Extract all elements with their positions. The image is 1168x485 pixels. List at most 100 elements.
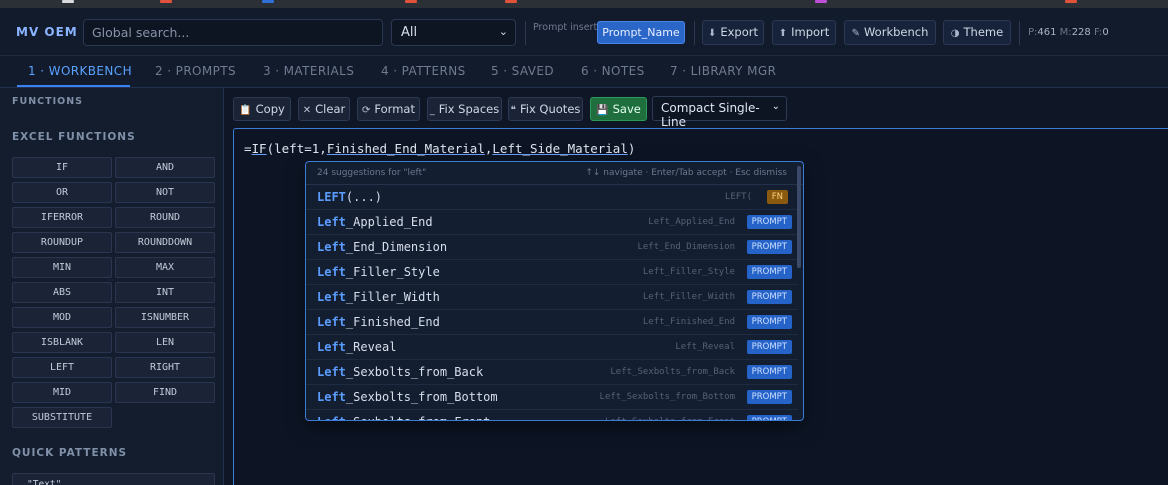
quick-pattern-item[interactable]: "Text" <box>12 473 215 485</box>
suggestion-name: Left_Sexbolts_from_Bottom <box>317 390 498 404</box>
fix-spaces-button[interactable]: _ Fix Spaces <box>427 97 502 121</box>
function-button-round[interactable]: ROUND <box>115 207 215 228</box>
pencil-icon: ✎ <box>851 28 860 39</box>
suggestion-match: Left <box>317 390 346 404</box>
suggestion-preview: Left_Sexbolts_from_Back <box>610 367 735 377</box>
suggestion-name: Left_Reveal <box>317 340 396 354</box>
workbench-button[interactable]: ✎ Workbench <box>844 20 936 45</box>
suggestion-type-badge: PROMPT <box>746 240 792 254</box>
prompt-insert-chip[interactable]: Prompt_Name <box>597 21 685 44</box>
prompt-count: 461 <box>1037 27 1057 38</box>
function-button-min[interactable]: MIN <box>12 257 112 278</box>
suggestion-type-badge: PROMPT <box>746 340 792 354</box>
suggestion-rest: _Sexbolts_from_Front <box>346 415 491 420</box>
suggestion-preview: Left_Reveal <box>675 342 735 352</box>
theme-button[interactable]: ◑ Theme <box>943 20 1011 45</box>
suggestion-type-badge: PROMPT <box>746 215 792 229</box>
function-button-len[interactable]: LEN <box>115 332 215 353</box>
clear-button[interactable]: ✕ Clear <box>298 97 350 121</box>
search-scope-select[interactable]: All ⌄ <box>391 19 516 46</box>
download-icon: ⬇ <box>707 28 717 39</box>
scrollbar-thumb[interactable] <box>797 166 801 268</box>
import-button[interactable]: ⬆ Import <box>772 20 836 45</box>
tab-materials[interactable]: 3 · MATERIALS <box>263 64 354 78</box>
chevron-down-icon: ⌄ <box>771 101 780 112</box>
function-button-int[interactable]: INT <box>115 282 215 303</box>
suggestion-type-badge: PROMPT <box>746 290 792 304</box>
suggestion-item[interactable]: Left_Sexbolts_from_FrontLeft_Sexbolts_fr… <box>306 410 798 420</box>
autocomplete-header: 24 suggestions for "left" ↑↓ navigate · … <box>306 162 803 185</box>
function-button-max[interactable]: MAX <box>115 257 215 278</box>
chevron-down-icon: ⌄ <box>498 25 508 38</box>
suggestion-rest: _Filler_Style <box>345 265 440 279</box>
function-button-left[interactable]: LEFT <box>12 357 112 378</box>
browser-tab-strip <box>0 0 1168 8</box>
suggestion-preview: Left_Filler_Style <box>642 267 735 277</box>
tab-saved[interactable]: 5 · SAVED <box>491 64 554 78</box>
suggestion-type-badge: PROMPT <box>746 390 792 404</box>
suggestion-item[interactable]: Left_Filler_Style Left_Filler_Style PROMPT <box>306 260 798 285</box>
suggestion-match: Left <box>317 340 346 354</box>
suggestion-rest: _Sexbolts_from_Bottom <box>345 390 498 404</box>
suggestion-rest: (...) <box>345 190 383 204</box>
function-button-iferror[interactable]: IFERROR <box>12 207 112 228</box>
copy-button[interactable]: 📋 Copy <box>233 97 291 121</box>
format-button[interactable]: ⟳ Format <box>357 97 420 121</box>
suggestion-item[interactable]: Left_End_Dimension Left_End_Dimension PROM… <box>306 235 798 260</box>
suggestion-name: Left_Filler_Width <box>317 290 440 304</box>
function-button-or[interactable]: OR <box>12 182 112 203</box>
suggestion-rest: _Filler_Width <box>345 290 440 304</box>
export-button[interactable]: ⬇ Export <box>702 20 764 45</box>
suggestion-item[interactable]: Left_Applied_End Left_Applied_End PROMPT <box>306 210 798 235</box>
save-button[interactable]: 💾 Save <box>590 97 647 121</box>
tab-notes[interactable]: 6 · NOTES <box>581 64 645 78</box>
suggestion-item[interactable]: Left_Finished_End Left_Finished_End PROMPT <box>306 310 798 335</box>
tab-library-mgr[interactable]: 7 · LIBRARY MGR <box>670 64 776 78</box>
global-search-input[interactable] <box>83 19 383 46</box>
underscore-icon: _ <box>429 105 435 116</box>
suggestion-item[interactable]: Left_Sexbolts_from_Back Left_Sexbolts_fro… <box>306 360 798 385</box>
function-button-rounddown[interactable]: ROUNDDOWN <box>115 232 215 253</box>
function-button-find[interactable]: FIND <box>115 382 215 403</box>
search-scope-value: All <box>401 25 418 40</box>
function-button-and[interactable]: AND <box>115 157 215 178</box>
format-mode-select[interactable]: Compact Single-Line ⌄ <box>652 96 787 129</box>
clear-label: Clear <box>315 102 346 116</box>
function-button-not[interactable]: NOT <box>115 182 215 203</box>
fix-quotes-label: Fix Quotes <box>520 102 581 116</box>
function-button-mod[interactable]: MOD <box>12 307 112 328</box>
suggestion-item[interactable]: LEFT(...) LEFT(FN <box>306 185 798 210</box>
browser-tab-favicon <box>505 0 517 3</box>
fix-quotes-button[interactable]: ❝ Fix Quotes <box>508 97 583 121</box>
function-button-if[interactable]: IF <box>12 157 112 178</box>
function-button-isblank[interactable]: ISBLANK <box>12 332 112 353</box>
tab-patterns[interactable]: 4 · PATTERNS <box>381 64 466 78</box>
quick-patterns-heading: QUICK PATTERNS <box>12 447 128 459</box>
browser-tab-favicon <box>1065 0 1077 3</box>
function-button-roundup[interactable]: ROUNDUP <box>12 232 112 253</box>
clipboard-icon: 📋 <box>239 105 252 116</box>
function-button-mid[interactable]: MID <box>12 382 112 403</box>
function-button-abs[interactable]: ABS <box>12 282 112 303</box>
suggestion-item[interactable]: Left_Reveal Left_Reveal PROMPT <box>306 335 798 360</box>
suggestion-count: 24 suggestions for "left" <box>317 168 427 178</box>
active-tab-indicator <box>17 85 130 87</box>
suggestion-name: Left_Sexbolts_from_Back <box>317 365 483 379</box>
function-button-substitute[interactable]: SUBSTITUTE <box>12 407 112 428</box>
suggestion-name: Left_Finished_End <box>317 315 440 329</box>
prompt-insert-label: Prompt insert <box>533 22 598 33</box>
tab-prompts[interactable]: 2 · PROMPTS <box>155 64 236 78</box>
import-label: Import <box>791 25 830 39</box>
save-label: Save <box>612 102 641 116</box>
suggestion-type-badge: PROMPT <box>746 315 792 329</box>
suggestion-match: Left <box>317 290 346 304</box>
suggestion-rest: _End_Dimension <box>345 240 448 254</box>
suggestion-type-badge: PROMPT <box>746 365 792 379</box>
divider <box>694 21 695 45</box>
function-button-isnumber[interactable]: ISNUMBER <box>115 307 215 328</box>
suggestion-item[interactable]: Left_Sexbolts_from_Bottom Left_Sexbolts_f… <box>306 385 798 410</box>
suggestion-preview: Left_Sexbolts_from_Front <box>605 417 735 420</box>
tab-workbench[interactable]: 1 · WORKBENCH <box>28 64 132 78</box>
function-button-right[interactable]: RIGHT <box>115 357 215 378</box>
suggestion-item[interactable]: Left_Filler_Width Left_Filler_Width PROMPT <box>306 285 798 310</box>
